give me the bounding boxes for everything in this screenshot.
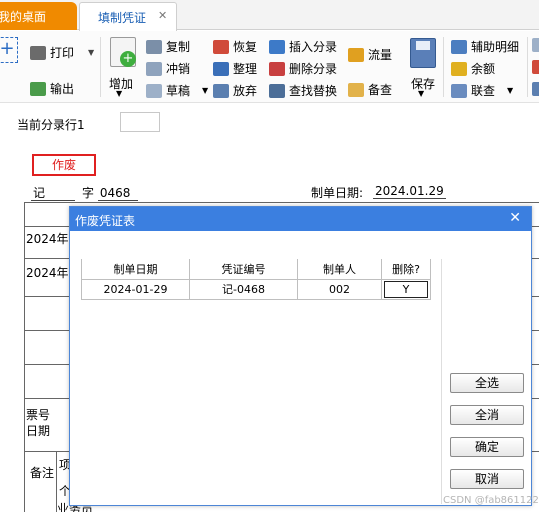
add-left-button[interactable]: +	[0, 37, 18, 63]
delete-entry-button[interactable]: 删除分录	[269, 60, 337, 77]
select-all-button[interactable]: 全选	[450, 373, 524, 393]
chevron-down-icon: ▼	[418, 89, 425, 98]
overflow-icon-3[interactable]	[532, 82, 539, 96]
flow-icon	[348, 47, 364, 62]
export-icon	[30, 81, 46, 96]
col-header-date: 制单日期	[81, 259, 190, 280]
discard-button[interactable]: 放弃	[213, 82, 257, 99]
chevron-down-icon: ▼	[88, 48, 95, 57]
table-edge	[441, 259, 442, 504]
tab-fill-voucher[interactable]: 填制凭证 ✕	[79, 2, 177, 31]
tab-my-desktop[interactable]: 我的桌面	[0, 2, 77, 30]
floppy-label	[416, 41, 430, 50]
current-entry-input[interactable]	[120, 112, 160, 132]
chevron-down-icon: ▼	[116, 89, 123, 98]
watermark: CSDN @fab8611225	[443, 495, 539, 506]
voucher-type[interactable]: 记	[31, 184, 76, 201]
reverse-button[interactable]: 冲销	[146, 60, 190, 77]
balance-button[interactable]: 余额	[451, 60, 495, 77]
delete-row-icon	[269, 61, 285, 76]
link-query-button[interactable]: 联查 ▼	[451, 82, 513, 99]
plus-circle-icon: +	[120, 51, 136, 67]
col-header-delete: 删除?	[381, 259, 431, 280]
chevron-down-icon: ▼	[202, 86, 209, 95]
tab-bar: 我的桌面 填制凭证 ✕	[0, 0, 539, 31]
restore-button[interactable]: 恢复	[213, 38, 257, 55]
coins-icon	[451, 61, 467, 76]
cancel-button[interactable]: 取消	[450, 469, 524, 489]
chevron-down-icon: ▼	[507, 86, 514, 95]
void-voucher-dialog: 作废凭证表 ✕ 制单日期 凭证编号 制单人 删除? 2024-01-29 记-0…	[69, 206, 532, 506]
copy-button[interactable]: 复制	[146, 38, 190, 55]
deselect-all-button[interactable]: 全消	[450, 405, 524, 425]
col-header-voucher-no: 凭证编号	[189, 259, 298, 280]
dialog-title: 作废凭证表 ✕	[70, 207, 531, 231]
remark-label: 备注	[30, 466, 55, 480]
export-button[interactable]: 输出	[30, 80, 74, 97]
find-replace-button[interactable]: 查找替换	[269, 82, 337, 99]
copy-icon	[146, 39, 162, 54]
reverse-icon	[146, 61, 162, 76]
ticket-date-label: 日期	[26, 424, 51, 438]
note-icon	[348, 82, 364, 97]
organize-button[interactable]: 整理	[213, 60, 257, 77]
col-header-maker: 制单人	[297, 259, 382, 280]
link-query-icon	[451, 83, 467, 98]
close-icon[interactable]: ✕	[509, 210, 521, 226]
cell-voucher-no: 记-0468	[189, 278, 298, 300]
voucher-number[interactable]: 字 0468	[82, 184, 139, 201]
delete-flag-input[interactable]: Y	[384, 280, 428, 298]
restore-icon	[213, 39, 229, 54]
toolbar-separator	[100, 37, 101, 97]
row-year-1: 2024年	[26, 232, 69, 246]
ok-button[interactable]: 确定	[450, 437, 524, 457]
toolbar-separator	[527, 37, 528, 97]
overflow-icon-2[interactable]	[532, 60, 539, 74]
organize-icon	[213, 61, 229, 76]
cell-delete[interactable]: Y	[381, 278, 431, 300]
note-button[interactable]: 备查	[348, 81, 392, 98]
discard-icon	[213, 83, 229, 98]
cell-date: 2024-01-29	[81, 278, 190, 300]
voucher-date-label: 制单日期:	[311, 186, 364, 200]
toolbar-separator	[443, 37, 444, 97]
insert-row-icon	[269, 39, 285, 54]
cell-maker: 002	[297, 278, 382, 300]
draft-icon	[146, 83, 162, 98]
aux-detail-button[interactable]: 辅助明细	[451, 38, 519, 55]
ticket-no-label: 票号	[26, 408, 51, 422]
void-stamp: 作废	[32, 154, 96, 176]
print-button[interactable]: 打印 ▼	[30, 44, 94, 61]
find-replace-icon	[269, 83, 285, 98]
insert-entry-button[interactable]: 插入分录	[269, 38, 337, 55]
detail-icon	[451, 39, 467, 54]
draft-button[interactable]: 草稿 ▼	[146, 82, 208, 99]
voucher-date[interactable]: 2024.01.29	[373, 184, 446, 199]
toolbar: + 打印 ▼ 输出 + 增加 ▼ 复制 冲销 草稿 ▼ 恢复 整理 放弃 插入分…	[0, 31, 539, 103]
printer-icon	[30, 45, 46, 60]
overflow-icon-1[interactable]	[532, 38, 539, 52]
row-year-2: 2024年	[26, 266, 69, 280]
void-voucher-table: 制单日期 凭证编号 制单人 删除? 2024-01-29 记-0468 002 …	[81, 259, 431, 300]
table-row[interactable]: 2024-01-29 记-0468 002 Y	[81, 278, 431, 300]
flow-button[interactable]: 流量	[348, 46, 392, 63]
current-entry-label: 当前分录行1	[17, 118, 85, 132]
tab-close-icon[interactable]: ✕	[158, 9, 167, 22]
